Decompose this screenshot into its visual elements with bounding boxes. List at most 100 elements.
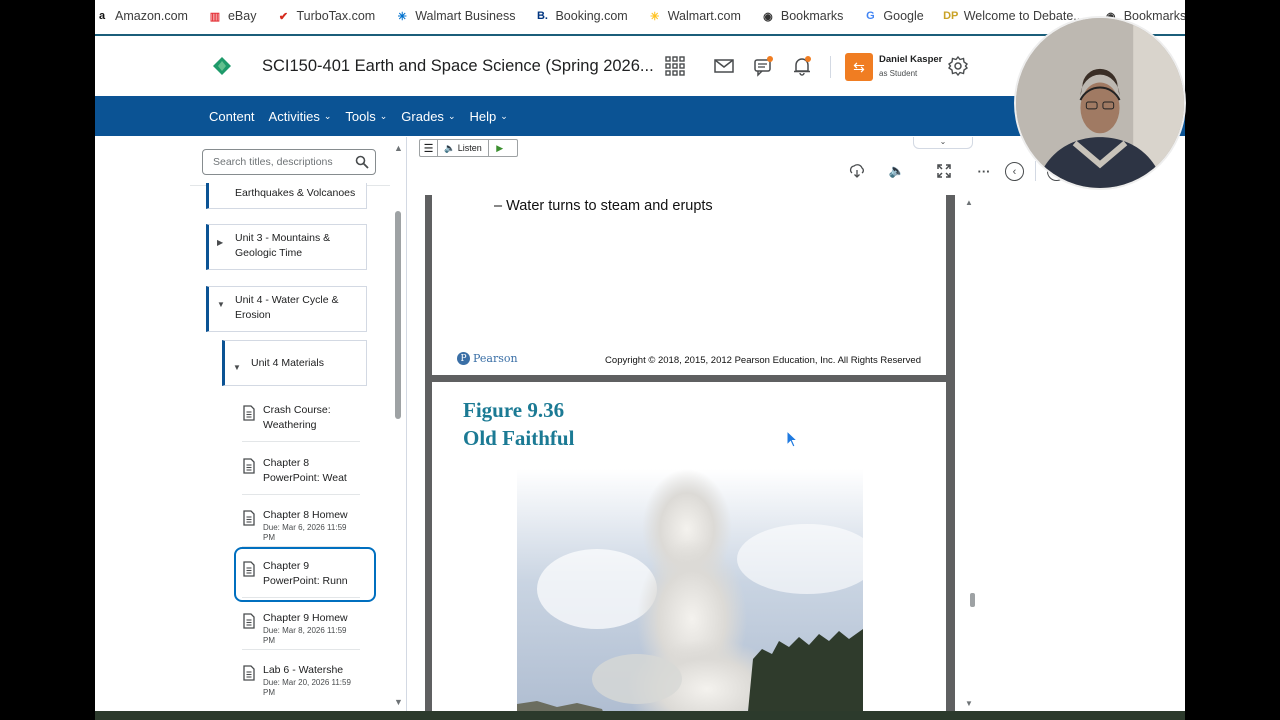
- nav-item-activities[interactable]: Activities ⌄: [269, 109, 332, 124]
- previous-topic-icon[interactable]: ‹: [1005, 162, 1024, 181]
- menu-icon[interactable]: ☰: [420, 140, 438, 156]
- mail-icon[interactable]: [713, 55, 735, 77]
- bell-icon[interactable]: [791, 55, 813, 77]
- topic-item[interactable]: Chapter 8 Homew Due: Mar 6, 2026 11:59 PM: [242, 508, 360, 543]
- download-icon[interactable]: [848, 162, 866, 180]
- gear-icon[interactable]: [947, 55, 969, 77]
- document-icon: [243, 405, 255, 421]
- bookmark-item[interactable]: ✳ Walmart.com: [648, 9, 741, 23]
- submodule-card[interactable]: ▼ Unit 4 Materials: [222, 340, 367, 386]
- bookmark-label: Walmart Business: [415, 9, 516, 23]
- bookmark-label: Bookmarks: [1123, 9, 1185, 23]
- user-avatar[interactable]: ⇆: [845, 53, 873, 81]
- listen-button[interactable]: 🔈 Listen: [438, 140, 489, 156]
- taskbar: [95, 711, 1185, 720]
- google-icon: G: [866, 10, 875, 22]
- figure-number: Figure 9.36: [463, 398, 565, 422]
- chevron-down-icon: ⌄: [323, 110, 332, 121]
- content-toc-panel: Search titles, descriptions ▲ Earthquake…: [190, 137, 407, 720]
- divider: [830, 56, 831, 78]
- topic-title: Chapter 8 PowerPoint: Weat: [263, 457, 347, 484]
- slide-page: – Water turns to steam and erupts P Pear…: [432, 195, 946, 375]
- bookmark-item[interactable]: G Google: [863, 9, 924, 23]
- document-icon: [243, 510, 255, 526]
- chevron-down-icon: ⌄: [379, 110, 388, 121]
- slide-page: Figure 9.36 Old Faithful: [432, 382, 946, 720]
- unit-card-unit-4[interactable]: ▼ Unit 4 - Water Cycle & Erosion: [206, 286, 367, 332]
- topic-title: Chapter 9 Homew: [263, 612, 348, 624]
- caret-down-icon[interactable]: ▼: [233, 360, 241, 375]
- bookmark-item[interactable]: a Amazon.com: [95, 9, 188, 23]
- volume-icon[interactable]: 🔈: [888, 162, 906, 180]
- active-topic-outline: [234, 547, 376, 602]
- brightspace-logo-icon[interactable]: [213, 57, 231, 75]
- slide-bullet: – Water turns to steam and erupts: [494, 198, 713, 214]
- caret-down-icon[interactable]: ▼: [217, 297, 225, 312]
- walmart-spark-icon: ✳: [397, 10, 407, 23]
- nav-item-tools[interactable]: Tools ⌄: [345, 109, 387, 124]
- bookmarks-bar: a Amazon.com ▥ eBay ✔ TurboTax.com ✳ Walmart Bu…: [95, 0, 1185, 32]
- document-icon: [243, 458, 255, 474]
- course-title[interactable]: SCI150-401 Earth and Space Science (Spri…: [262, 57, 654, 76]
- mouse-cursor-icon: [786, 430, 798, 448]
- divider: [242, 649, 360, 650]
- nav-item-label: Content: [209, 108, 255, 124]
- due-date: Due: Mar 20, 2026 11:59 PM: [263, 678, 351, 697]
- turbotax-icon: ✔: [278, 10, 289, 23]
- nav-item-label: Help: [469, 108, 497, 124]
- figure-title: Figure 9.36 Old Faithful: [463, 396, 574, 452]
- nav-item-help[interactable]: Help ⌄: [469, 109, 507, 124]
- geyser-photo: [517, 469, 863, 720]
- unit-card-partial[interactable]: Earthquakes & Volcanoes: [206, 183, 367, 209]
- more-options-icon[interactable]: ···: [975, 162, 993, 180]
- document-icon: [243, 613, 255, 629]
- due-date: Due: Mar 8, 2026 11:59 PM: [263, 626, 347, 645]
- caret-right-icon[interactable]: ▶: [217, 235, 223, 250]
- unit-title: Unit 4 - Water Cycle & Erosion: [235, 294, 339, 321]
- unit-card-unit-3[interactable]: ▶ Unit 3 - Mountains & Geologic Time: [206, 224, 367, 270]
- chat-notification-icon[interactable]: [752, 55, 774, 77]
- topic-item[interactable]: Crash Course: Weathering: [242, 403, 360, 433]
- nav-item-label: Activities: [268, 108, 320, 124]
- play-icon[interactable]: ▶: [489, 143, 511, 154]
- pdf-document[interactable]: – Water turns to steam and erupts P Pear…: [425, 195, 955, 720]
- scrollbar[interactable]: [395, 211, 401, 419]
- bookmark-item[interactable]: ✔ TurboTax.com: [276, 9, 375, 23]
- user-name[interactable]: Daniel Kasper: [879, 54, 942, 65]
- globe-icon: ◉: [763, 10, 773, 23]
- readspeaker-toolbar: ☰ 🔈 Listen ▶: [419, 139, 518, 157]
- search-input[interactable]: Search titles, descriptions: [202, 149, 376, 175]
- ebay-icon: ▥: [209, 10, 221, 23]
- course-selector-grid-icon[interactable]: [664, 55, 686, 77]
- bookmark-label: Walmart.com: [667, 9, 741, 23]
- bookmark-label: Amazon.com: [115, 9, 188, 23]
- search-placeholder: Search titles, descriptions: [213, 156, 333, 168]
- bookmark-item[interactable]: ▥ eBay: [208, 9, 257, 23]
- scrollbar[interactable]: [970, 593, 975, 607]
- scroll-up-arrow-icon[interactable]: ▲: [965, 198, 973, 207]
- fullscreen-icon[interactable]: [935, 162, 953, 180]
- nav-item-content[interactable]: Content: [209, 109, 255, 124]
- bookmark-label: Welcome to Debate...: [963, 9, 1084, 23]
- nav-item-grades[interactable]: Grades ⌄: [401, 109, 455, 124]
- scroll-up-arrow-icon[interactable]: ▲: [394, 143, 403, 153]
- search-icon[interactable]: [355, 155, 369, 169]
- bookmark-label: Booking.com: [555, 9, 628, 23]
- debate-icon: DP: [943, 10, 959, 22]
- pearson-logo-icon: P: [457, 352, 470, 365]
- figure-caption: Old Faithful: [463, 426, 575, 450]
- bookmark-item[interactable]: ✳ Walmart Business: [395, 9, 516, 23]
- scroll-down-arrow-icon[interactable]: ▼: [965, 699, 973, 708]
- due-date: Due: Mar 6, 2026 11:59 PM: [263, 523, 347, 542]
- topic-item[interactable]: Lab 6 - Watershe Due: Mar 20, 2026 11:59 …: [242, 663, 360, 698]
- bookmark-item[interactable]: ◉ Bookmarks: [761, 9, 844, 23]
- bookmark-item[interactable]: B. Booking.com: [535, 9, 628, 23]
- bookmark-item[interactable]: DP Welcome to Debate...: [943, 9, 1084, 23]
- bookmark-label: Bookmarks: [780, 9, 844, 23]
- unit-title: Unit 3 - Mountains & Geologic Time: [235, 232, 331, 259]
- bookmark-label: Google: [883, 9, 924, 23]
- collapse-chevron-icon[interactable]: ⌄: [913, 137, 973, 149]
- scroll-down-arrow-icon[interactable]: ▼: [394, 697, 403, 707]
- topic-item[interactable]: Chapter 9 Homew Due: Mar 8, 2026 11:59 PM: [242, 611, 360, 646]
- topic-item[interactable]: Chapter 8 PowerPoint: Weat: [242, 456, 360, 486]
